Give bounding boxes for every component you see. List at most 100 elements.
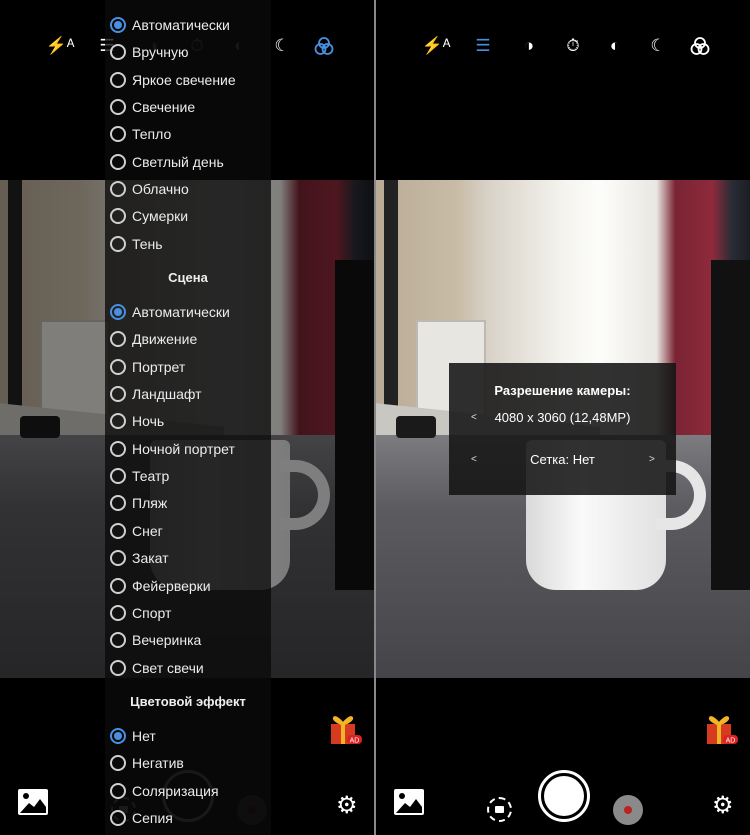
- option-label: Ночь: [132, 413, 165, 430]
- scene-option[interactable]: Движение: [110, 326, 197, 353]
- color-effect-option[interactable]: Нет: [110, 723, 156, 750]
- scene-option[interactable]: Вечеринка: [110, 627, 201, 654]
- white-balance-option[interactable]: Тень: [110, 230, 163, 257]
- gift-ad-icon[interactable]: AD: [328, 712, 362, 746]
- radio-button[interactable]: [110, 413, 126, 430]
- gift-ad-icon[interactable]: AD: [704, 712, 738, 746]
- radio-button[interactable]: [110, 782, 126, 799]
- scene-option[interactable]: Фейерверки: [110, 572, 211, 599]
- option-label: Автоматически: [132, 304, 230, 320]
- white-balance-option[interactable]: Автоматически: [110, 12, 230, 39]
- brightness-icon[interactable]: ◐: [605, 36, 625, 56]
- scene-option[interactable]: Закат: [110, 545, 169, 572]
- option-label: Соляризация: [132, 782, 219, 799]
- color-effect-icon[interactable]: [690, 36, 710, 56]
- gear-icon[interactable]: ⚙: [712, 794, 734, 818]
- radio-button[interactable]: [110, 181, 126, 198]
- scene-option[interactable]: Ландшафт: [110, 381, 202, 408]
- radio-button[interactable]: [110, 235, 126, 252]
- color-effect-option[interactable]: Негатив: [110, 750, 184, 777]
- radio-button[interactable]: [110, 386, 126, 403]
- option-label: Вечеринка: [132, 632, 202, 649]
- white-balance-option[interactable]: Вручную: [110, 39, 189, 66]
- option-label: Нет: [132, 728, 156, 744]
- sliders-icon[interactable]: ☰: [473, 36, 493, 56]
- scene-option[interactable]: Ночь: [110, 408, 164, 435]
- radio-button[interactable]: [110, 495, 126, 512]
- scene-option[interactable]: Пляж: [110, 490, 167, 517]
- scene-option[interactable]: Снег: [110, 517, 163, 544]
- radio-button[interactable]: [110, 331, 126, 348]
- gallery-icon[interactable]: [394, 789, 424, 815]
- radio-button[interactable]: [110, 358, 126, 375]
- switch-camera-icon[interactable]: [487, 797, 512, 822]
- white-balance-option[interactable]: Сумерки: [110, 203, 188, 230]
- night-mode-icon[interactable]: ☾: [648, 36, 668, 56]
- option-label: Снег: [132, 522, 163, 539]
- resolution-value[interactable]: 4080 x 3060 (12,48MP): [449, 410, 676, 425]
- option-label: Закат: [132, 550, 169, 567]
- radio-button[interactable]: [110, 755, 126, 772]
- scene-option[interactable]: Автоматически: [110, 299, 230, 326]
- radio-button[interactable]: [110, 522, 126, 539]
- radio-button[interactable]: [110, 153, 126, 170]
- scene-option[interactable]: Свет свечи: [110, 654, 204, 681]
- white-balance-option[interactable]: Светлый день: [110, 148, 224, 175]
- radio-button[interactable]: [110, 604, 126, 621]
- white-balance-option[interactable]: Яркое свечение: [110, 66, 236, 93]
- radio-button[interactable]: [110, 44, 126, 61]
- option-label: Фейерверки: [132, 577, 211, 594]
- popup-title: Разрешение камеры:: [494, 383, 631, 398]
- option-label: Сумерки: [132, 208, 189, 225]
- option-label: Ландшафт: [132, 386, 202, 403]
- option-label: Ночной портрет: [132, 440, 235, 457]
- svg-text:AD: AD: [350, 738, 360, 745]
- scene-option[interactable]: Театр: [110, 463, 169, 490]
- white-balance-option[interactable]: Тепло: [110, 121, 171, 148]
- resolution-popup: Разрешение камеры: < 4080 x 3060 (12,48M…: [449, 363, 676, 495]
- radio-button[interactable]: [110, 99, 126, 116]
- timer-icon[interactable]: ⏱: [563, 36, 583, 56]
- scene-option[interactable]: Спорт: [110, 599, 171, 626]
- radio-button[interactable]: [110, 468, 126, 485]
- record-video-button[interactable]: [613, 795, 643, 825]
- option-label: Облачно: [132, 181, 189, 198]
- white-balance-option[interactable]: Облачно: [110, 176, 189, 203]
- radio-button[interactable]: [110, 126, 126, 143]
- radio-button[interactable]: [110, 304, 126, 320]
- scene-option[interactable]: Ночной портрет: [110, 435, 235, 462]
- grid-value[interactable]: Сетка: Нет: [449, 452, 676, 467]
- gear-icon[interactable]: ⚙: [336, 794, 358, 818]
- radio-button[interactable]: [110, 810, 126, 827]
- scene-option[interactable]: Портрет: [110, 353, 185, 380]
- radio-button[interactable]: [110, 550, 126, 567]
- shutter-button[interactable]: [538, 770, 590, 822]
- option-label: Светлый день: [132, 153, 224, 170]
- option-label: Тень: [132, 235, 163, 252]
- color-effect-icon[interactable]: [314, 36, 334, 56]
- gallery-icon[interactable]: [18, 789, 48, 815]
- radio-button[interactable]: [110, 208, 126, 225]
- radio-button[interactable]: [110, 728, 126, 744]
- night-mode-icon[interactable]: ☾: [272, 36, 292, 56]
- radio-button[interactable]: [110, 440, 126, 457]
- option-label: Спорт: [132, 604, 172, 621]
- option-label: Пляж: [132, 495, 168, 512]
- radio-button[interactable]: [110, 632, 126, 649]
- radio-button[interactable]: [110, 71, 126, 88]
- color-effect-option[interactable]: Соляризация: [110, 777, 219, 804]
- option-label: Театр: [132, 468, 170, 485]
- radio-button[interactable]: [110, 659, 126, 676]
- color-effect-option[interactable]: Сепия: [110, 805, 173, 832]
- option-label: Сепия: [132, 810, 173, 827]
- radio-button[interactable]: [110, 577, 126, 594]
- grid-next-button[interactable]: >: [649, 454, 655, 465]
- flash-auto-icon[interactable]: ⚡ᴬ: [46, 36, 75, 56]
- option-label: Негатив: [132, 755, 184, 772]
- option-label: Вручную: [132, 44, 189, 61]
- exposure-icon[interactable]: ◑: [519, 36, 539, 56]
- settings-menu: Автоматически Вручную Яркое свечение Свечен…: [105, 0, 271, 835]
- flash-auto-icon[interactable]: ⚡ᴬ: [422, 36, 451, 56]
- radio-button[interactable]: [110, 17, 126, 33]
- white-balance-option[interactable]: Свечение: [110, 94, 195, 121]
